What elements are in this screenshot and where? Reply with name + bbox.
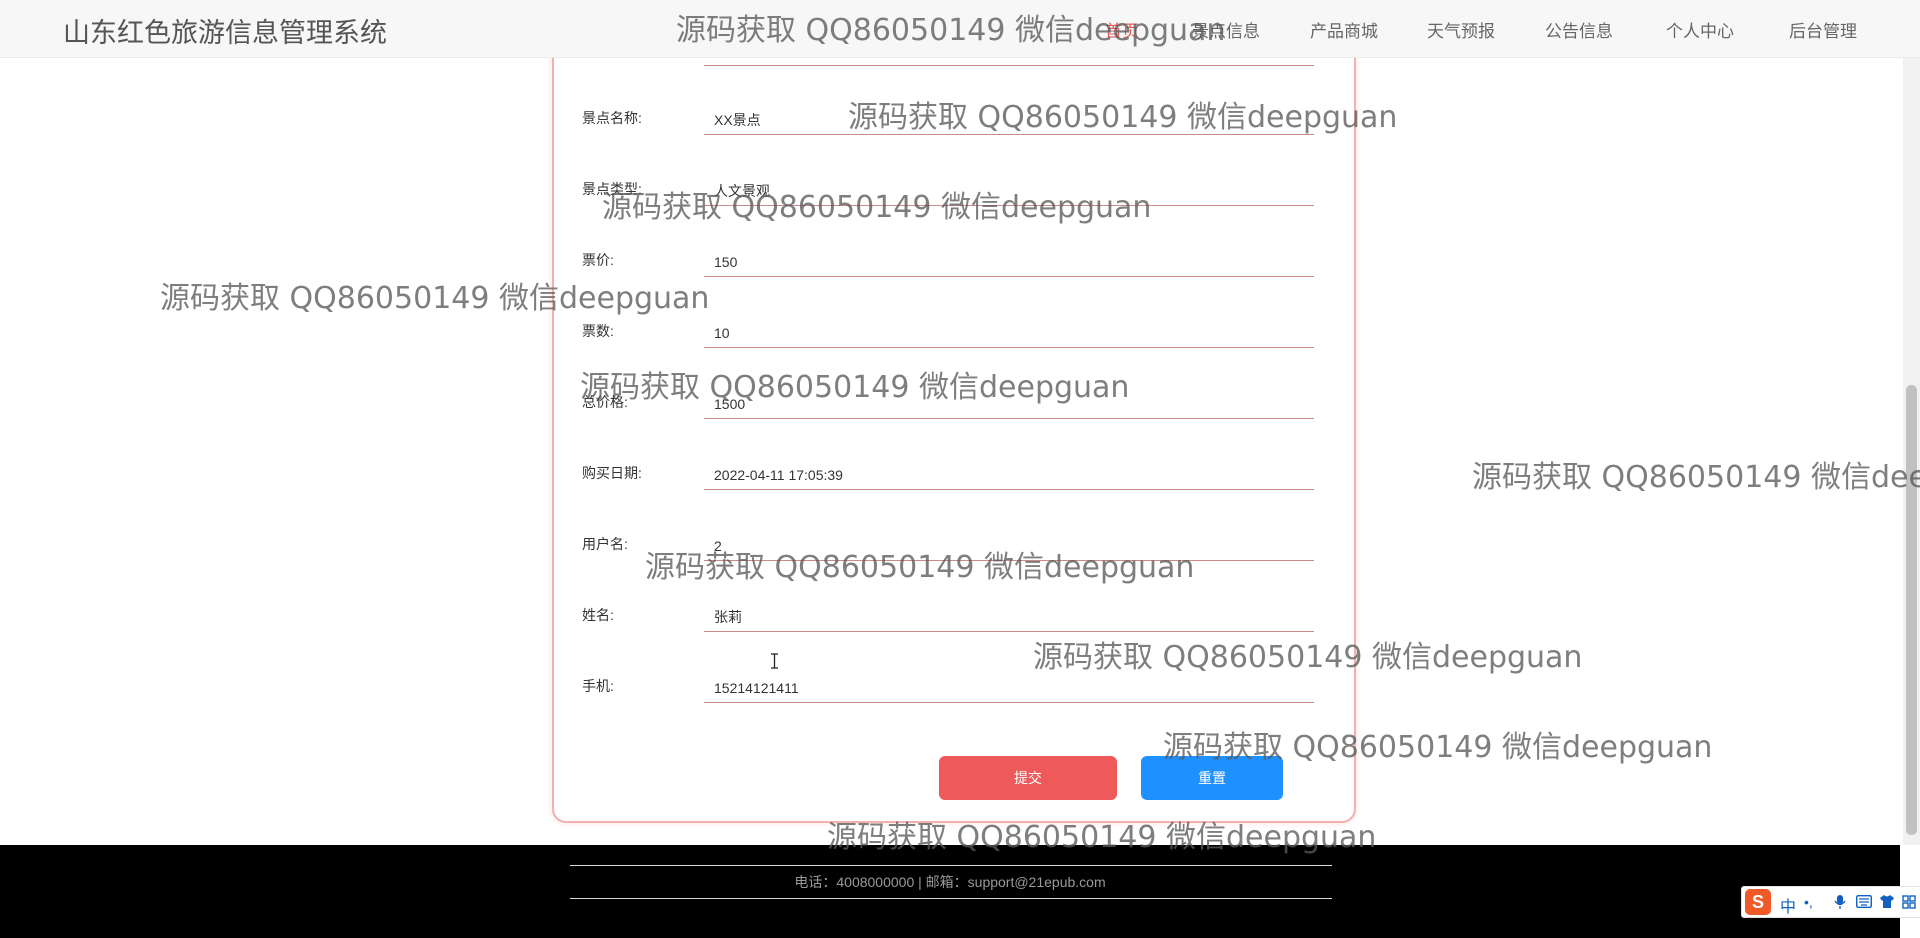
previous-field-underline [704,65,1314,66]
form-row-ticket-price: 票价: [554,247,1354,322]
form-row-name: 姓名: [554,602,1354,677]
shirt-icon[interactable] [1879,894,1895,909]
ime-toolbar[interactable]: S 中 •, [1741,886,1920,918]
attraction-name-input[interactable] [704,105,1314,135]
form-row-total-price: 总价格: [554,389,1354,464]
scrollbar-thumb[interactable] [1906,385,1917,835]
submit-button[interactable]: 提交 [939,756,1117,800]
field-label: 购买日期: [582,465,642,481]
attraction-type-input[interactable] [704,176,1314,206]
main-nav: 首页 景点信息 产品商城 天气预报 公告信息 个人中心 后台管理 [0,17,1920,41]
form-row-attraction-name: 景点名称: [554,105,1354,180]
phone-input[interactable] [704,673,1314,703]
grid-icon[interactable] [1902,895,1916,909]
top-navbar: 山东红色旅游信息管理系统 首页 景点信息 产品商城 天气预报 公告信息 个人中心… [0,0,1920,58]
nav-item-weather[interactable]: 天气预报 [1427,17,1495,42]
ime-chinese-mode[interactable]: 中 [1780,893,1796,917]
field-label: 总价格: [582,394,628,410]
text-cursor-icon [771,653,778,669]
field-label: 景点类型: [582,181,642,197]
nav-item-profile[interactable]: 个人中心 [1666,17,1734,42]
reset-button[interactable]: 重置 [1141,756,1283,800]
form-row-attraction-type: 景点类型: [554,176,1354,251]
keyboard-icon[interactable] [1856,895,1872,908]
nav-item-shop[interactable]: 产品商城 [1310,17,1378,42]
purchase-form-card: 景点名称: 景点类型: 票价: 票数: 总价格: 购买日期: 用户名: 姓名: … [552,20,1356,823]
username-input[interactable] [704,531,1314,561]
total-price-input[interactable] [704,389,1314,419]
form-row-purchase-date: 购买日期: [554,460,1354,535]
field-label: 票数: [582,323,614,339]
nav-item-announcements[interactable]: 公告信息 [1545,17,1613,42]
field-label: 手机: [582,678,614,694]
nav-item-home[interactable]: 首页 [1105,17,1139,42]
page-footer: 电话：4008000000 | 邮箱：support@21epub.com [0,845,1900,938]
footer-contact: 电话：4008000000 | 邮箱：support@21epub.com [794,874,1106,890]
nav-item-attractions[interactable]: 景点信息 [1192,17,1260,42]
ticket-price-input[interactable] [704,247,1314,277]
purchase-date-input[interactable] [704,460,1314,490]
field-label: 票价: [582,252,614,268]
form-row-username: 用户名: [554,531,1354,606]
field-label: 景点名称: [582,110,642,126]
footer-divider [570,898,1332,899]
footer-divider [570,865,1332,866]
field-label: 姓名: [582,607,614,623]
watermark: 源码获取 QQ86050149 微信deepguan [1472,460,1920,495]
page-scrollbar[interactable] [1903,0,1920,845]
ticket-count-input[interactable] [704,318,1314,348]
mic-icon[interactable] [1834,894,1846,910]
form-row-phone: 手机: [554,673,1354,748]
ime-punctuation-icon[interactable]: •, [1804,894,1813,910]
name-input[interactable] [704,602,1314,632]
form-row-ticket-count: 票数: [554,318,1354,393]
field-label: 用户名: [582,536,628,552]
sogou-logo-icon[interactable]: S [1745,889,1771,915]
nav-item-admin[interactable]: 后台管理 [1789,17,1857,42]
